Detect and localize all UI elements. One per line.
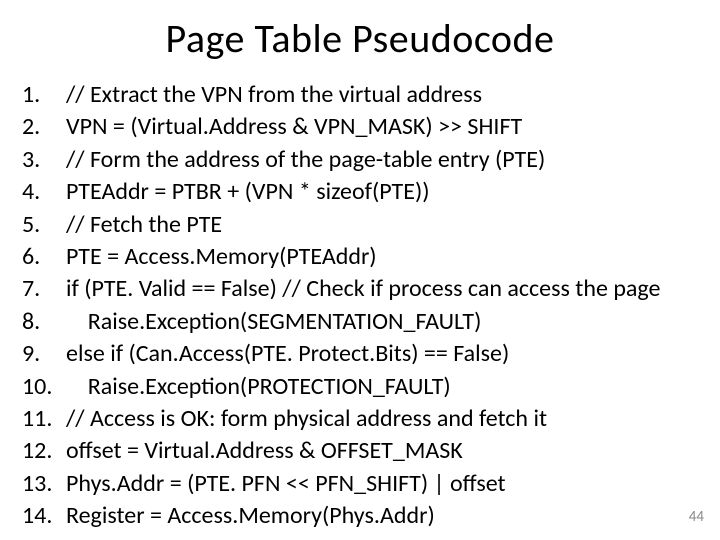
code-line: 3. // Form the address of the page-table… (22, 144, 700, 176)
line-number: 4. (22, 176, 66, 208)
line-text: PTE = Access.Memory(PTEAddr) (66, 241, 700, 273)
line-text: // Extract the VPN from the virtual addr… (66, 79, 700, 111)
code-line: 13. Phys.Addr = (PTE. PFN << PFN_SHIFT) … (22, 468, 700, 500)
code-line: 6. PTE = Access.Memory(PTEAddr) (22, 241, 700, 273)
line-text: Phys.Addr = (PTE. PFN << PFN_SHIFT) | of… (66, 468, 700, 500)
code-line: 14. Register = Access.Memory(Phys.Addr) (22, 500, 700, 532)
code-line: 4. PTEAddr = PTBR + (VPN * sizeof(PTE)) (22, 176, 700, 208)
line-text: // Fetch the PTE (66, 209, 700, 241)
page-number: 44 (689, 508, 704, 526)
line-number: 14. (22, 500, 66, 532)
code-line: 10. Raise.Exception(PROTECTION_FAULT) (22, 371, 700, 403)
slide: Page Table Pseudocode 1. // Extract the … (0, 0, 720, 540)
code-line: 12. offset = Virtual.Address & OFFSET_MA… (22, 435, 700, 467)
slide-title: Page Table Pseudocode (0, 0, 720, 79)
line-text: // Form the address of the page-table en… (66, 144, 700, 176)
line-number: 1. (22, 79, 66, 111)
line-number: 7. (22, 273, 66, 305)
line-text: // Access is OK: form physical address a… (66, 403, 700, 435)
line-text: PTEAddr = PTBR + (VPN * sizeof(PTE)) (66, 176, 700, 208)
code-line: 11. // Access is OK: form physical addre… (22, 403, 700, 435)
line-number: 5. (22, 209, 66, 241)
line-text: offset = Virtual.Address & OFFSET_MASK (66, 435, 700, 467)
line-text: if (PTE. Valid == False) // Check if pro… (66, 273, 700, 305)
code-line: 9. else if (Can.Access(PTE. Protect.Bits… (22, 338, 700, 370)
line-number: 2. (22, 111, 66, 143)
line-number: 3. (22, 144, 66, 176)
line-text: VPN = (Virtual.Address & VPN_MASK) >> SH… (66, 111, 700, 143)
code-line: 8. Raise.Exception(SEGMENTATION_FAULT) (22, 306, 700, 338)
line-number: 11. (22, 403, 66, 435)
pseudocode-list: 1. // Extract the VPN from the virtual a… (0, 79, 720, 532)
line-text: Raise.Exception(PROTECTION_FAULT) (66, 371, 700, 403)
code-line: 7. if (PTE. Valid == False) // Check if … (22, 273, 700, 305)
line-number: 10. (22, 371, 66, 403)
code-line: 1. // Extract the VPN from the virtual a… (22, 79, 700, 111)
line-number: 12. (22, 435, 66, 467)
code-line: 2. VPN = (Virtual.Address & VPN_MASK) >>… (22, 111, 700, 143)
line-number: 9. (22, 338, 66, 370)
line-number: 13. (22, 468, 66, 500)
line-text: Raise.Exception(SEGMENTATION_FAULT) (66, 306, 700, 338)
line-text: Register = Access.Memory(Phys.Addr) (66, 500, 700, 532)
code-line: 5. // Fetch the PTE (22, 209, 700, 241)
line-number: 8. (22, 306, 66, 338)
line-text: else if (Can.Access(PTE. Protect.Bits) =… (66, 338, 700, 370)
line-number: 6. (22, 241, 66, 273)
